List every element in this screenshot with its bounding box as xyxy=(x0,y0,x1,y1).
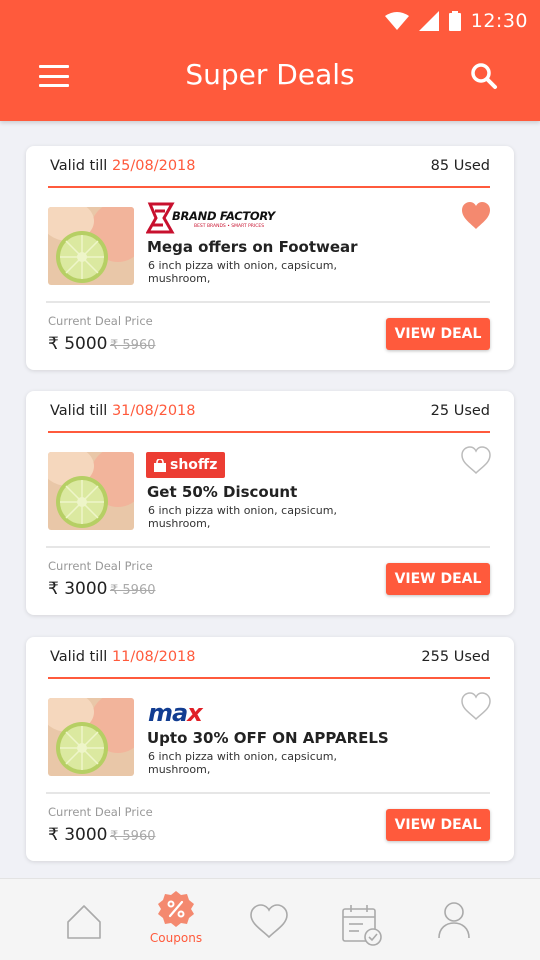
view-deal-button[interactable]: VIEW DEAL xyxy=(386,563,490,595)
valid-till: Valid till 25/08/2018 xyxy=(50,158,196,174)
divider xyxy=(48,677,490,679)
status-bar: 12:30 xyxy=(384,8,528,34)
max-logo-x: x xyxy=(187,699,203,727)
original-price: ₹ 5960 xyxy=(110,829,156,844)
deal-description: 6 inch pizza with onion, capsicum, mushr… xyxy=(148,750,337,776)
coupon-icon xyxy=(158,891,194,927)
home-icon xyxy=(67,905,101,939)
search-icon[interactable] xyxy=(470,62,498,90)
valid-date: 25/08/2018 xyxy=(111,158,196,174)
view-deal-button[interactable]: VIEW DEAL xyxy=(386,809,490,841)
divider xyxy=(48,431,490,433)
deal-description: 6 inch pizza with onion, capsicum, mushr… xyxy=(148,259,337,285)
valid-date: 31/08/2018 xyxy=(111,403,196,419)
heart-outline-icon[interactable] xyxy=(460,691,492,721)
view-deal-button[interactable]: VIEW DEAL xyxy=(386,318,490,350)
shoffz-name: shoffz xyxy=(170,457,218,473)
calendar-check-icon xyxy=(342,905,382,946)
current-price-label: Current Deal Price xyxy=(48,314,153,328)
divider xyxy=(46,546,490,548)
nav-coupons[interactable]: Coupons xyxy=(140,879,212,960)
deal-thumbnail xyxy=(48,452,134,530)
valid-label: Valid till xyxy=(50,403,108,419)
status-time: 12:30 xyxy=(470,10,528,32)
valid-till: Valid till 11/08/2018 xyxy=(50,649,196,665)
user-icon xyxy=(438,902,470,939)
nav-bookings[interactable] xyxy=(326,879,398,960)
bottom-navigation: Coupons xyxy=(0,878,540,960)
heart-filled-icon[interactable] xyxy=(460,200,492,230)
nav-profile[interactable] xyxy=(418,879,490,960)
deal-card[interactable]: Valid till 31/08/2018 25 Used shoffz Get… xyxy=(26,391,514,615)
wifi-icon xyxy=(384,12,409,30)
deal-headline: Mega offers on Footwear xyxy=(147,238,358,256)
max-logo-text: ma xyxy=(148,699,188,727)
deal-card[interactable]: Valid till 25/08/2018 85 Used BRAND FACT… xyxy=(26,146,514,370)
deal-headline: Upto 30% OFF ON APPARELS xyxy=(147,729,389,747)
divider xyxy=(46,301,490,303)
used-count: 85 Used xyxy=(430,158,490,174)
deal-headline: Get 50% Discount xyxy=(147,483,298,501)
valid-date: 11/08/2018 xyxy=(111,649,196,665)
nav-favorites[interactable] xyxy=(233,879,305,960)
current-price-label: Current Deal Price xyxy=(48,559,153,573)
brand-factory-tagline: BEST BRANDS • SMART PRICES xyxy=(194,224,265,229)
valid-till: Valid till 31/08/2018 xyxy=(50,403,196,419)
brand-factory-name: BRAND FACTORY xyxy=(172,209,275,223)
deal-thumbnail xyxy=(48,207,134,285)
heart-icon xyxy=(250,904,288,939)
divider xyxy=(46,792,490,794)
page-title: Super Deals xyxy=(185,58,355,91)
heart-outline-icon[interactable] xyxy=(460,445,492,475)
current-price: ₹ 3000 xyxy=(48,579,108,599)
nav-coupons-label: Coupons xyxy=(149,931,203,945)
nav-home[interactable] xyxy=(48,879,120,960)
brand-factory-logo: BRAND FACTORY BEST BRANDS • SMART PRICES xyxy=(145,202,281,234)
current-price: ₹ 3000 xyxy=(48,825,108,845)
used-count: 255 Used xyxy=(421,649,490,665)
deal-thumbnail xyxy=(48,698,134,776)
current-price: ₹ 5000 xyxy=(48,334,108,354)
shopping-bag-icon xyxy=(154,458,166,472)
deal-card[interactable]: Valid till 11/08/2018 255 Used max Upto … xyxy=(26,637,514,861)
shoffz-logo: shoffz xyxy=(146,452,226,482)
original-price: ₹ 5960 xyxy=(110,338,156,353)
current-price-label: Current Deal Price xyxy=(48,805,153,819)
divider xyxy=(48,186,490,188)
signal-icon xyxy=(418,11,439,31)
battery-icon xyxy=(448,11,461,31)
deal-description: 6 inch pizza with onion, capsicum, mushr… xyxy=(148,504,337,530)
valid-label: Valid till xyxy=(50,649,108,665)
app-bar: 12:30 Super Deals xyxy=(0,0,540,121)
original-price: ₹ 5960 xyxy=(110,583,156,598)
valid-label: Valid till xyxy=(50,158,108,174)
max-logo: max xyxy=(148,699,203,729)
used-count: 25 Used xyxy=(430,403,490,419)
